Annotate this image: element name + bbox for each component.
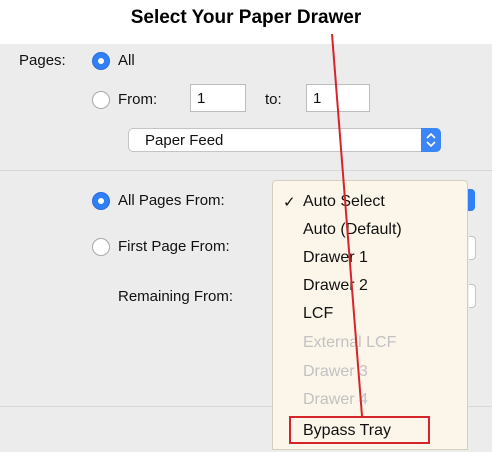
annotation-arrow (331, 33, 363, 417)
